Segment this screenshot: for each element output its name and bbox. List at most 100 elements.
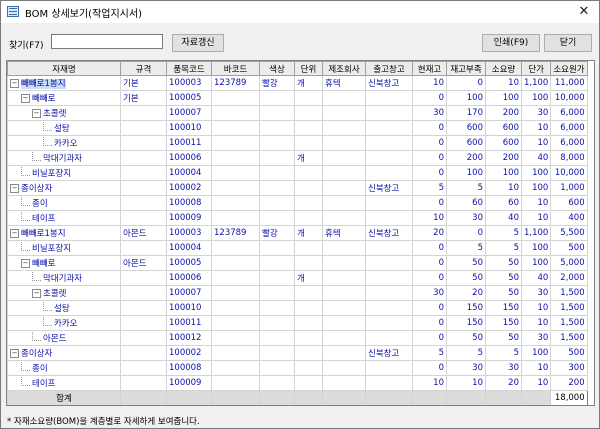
close-button[interactable]: 닫기 <box>544 34 592 52</box>
table-row[interactable]: 카카오 100011 0 150 150 10 1,500 <box>7 315 588 331</box>
table-row[interactable]: − 빼빼로 아몬드 100005 0 50 50 100 5,000 <box>7 255 588 271</box>
table-row[interactable]: 비닐포장지 100004 0 5 5 100 500 <box>7 240 588 256</box>
cell-barcode <box>211 180 260 196</box>
find-label: 찾기(F7) <box>9 41 44 51</box>
cell-barcode <box>211 165 260 181</box>
cell-warehouse <box>365 210 413 226</box>
cell-warehouse <box>365 150 413 166</box>
cell-cost: 2,000 <box>550 270 588 286</box>
item-name: 테이프 <box>32 214 56 224</box>
cell-warehouse <box>365 105 413 121</box>
cell-color: 빨강 <box>259 225 295 241</box>
cell-warehouse <box>365 120 413 136</box>
table-row[interactable]: 종이 100008 0 60 60 10 600 <box>7 195 588 211</box>
toolbar: 찾기(F7) 자료갱신 인쇄(F9) 닫기 <box>1 31 599 55</box>
cell-code: 100003 <box>166 225 212 241</box>
cell-warehouse <box>365 270 413 286</box>
table-row[interactable]: 설탕 100010 0 600 600 10 6,000 <box>7 120 588 136</box>
collapse-toggle-icon[interactable]: − <box>10 349 19 358</box>
table-row[interactable]: − 초콜렛 100007 30 170 200 30 6,000 <box>7 105 588 121</box>
column-header[interactable]: 소요원가 <box>550 61 588 76</box>
table-row[interactable]: 아몬드 100012 0 50 50 30 1,500 <box>7 330 588 346</box>
cell-barcode <box>211 375 260 391</box>
tree-branch-icon <box>32 272 41 281</box>
close-window-icon[interactable]: ✕ <box>573 3 595 21</box>
column-header[interactable]: 자재명 <box>7 61 121 76</box>
cell-stock: 20 <box>412 225 447 241</box>
cell-short: 5 <box>446 180 486 196</box>
table-row[interactable]: 비닐포장지 100004 0 100 100 100 10,000 <box>7 165 588 181</box>
cell-color <box>259 360 295 376</box>
cell-warehouse <box>365 375 413 391</box>
cell-spec <box>120 285 167 301</box>
collapse-toggle-icon[interactable]: − <box>32 289 41 298</box>
cell-warehouse <box>365 255 413 271</box>
cell-cost: 10,000 <box>550 165 588 181</box>
cell-spec <box>120 330 167 346</box>
cell-unit <box>294 315 323 331</box>
column-header[interactable]: 단위 <box>294 61 323 76</box>
item-name: 초콜렛 <box>43 109 67 119</box>
print-button[interactable]: 인쇄(F9) <box>482 34 540 52</box>
item-name-cell: − 초콜렛 <box>7 105 121 121</box>
column-header[interactable]: 품목코드 <box>166 61 212 76</box>
cell-warehouse <box>365 285 413 301</box>
tree-branch-icon <box>43 317 52 326</box>
item-name-cell: 막대기과자 <box>7 270 121 286</box>
table-row[interactable]: 막대기과자 100006 개 0 200 200 40 8,000 <box>7 150 588 166</box>
cell-spec <box>120 360 167 376</box>
table-row[interactable]: 설탕 100010 0 150 150 10 1,500 <box>7 300 588 316</box>
collapse-toggle-icon[interactable]: − <box>10 79 19 88</box>
bom-grid[interactable]: 자재명 규격 품목코드 바코드 색상 단위 제조회사 출고창고 현재고 재고부족 소요량 단가 소요원가… <box>6 60 595 406</box>
item-name-cell: − 빼빼로1봉지 <box>7 225 121 241</box>
table-row[interactable]: − 초콜렛 100007 30 20 50 30 1,500 <box>7 285 588 301</box>
cell-color <box>259 90 295 106</box>
column-header[interactable]: 출고창고 <box>365 61 413 76</box>
refresh-button[interactable]: 자료갱신 <box>172 34 224 52</box>
item-name-cell: 테이프 <box>7 210 121 226</box>
column-header[interactable]: 현재고 <box>412 61 447 76</box>
cell-price: 40 <box>520 150 552 166</box>
cell-maker <box>322 90 366 106</box>
column-header[interactable]: 바코드 <box>211 61 260 76</box>
table-row[interactable]: 테이프 100009 10 10 20 10 200 <box>7 375 588 391</box>
cell-cost: 200 <box>550 375 588 391</box>
table-row[interactable]: 종이 100008 0 30 30 10 300 <box>7 360 588 376</box>
collapse-toggle-icon[interactable]: − <box>32 109 41 118</box>
collapse-toggle-icon[interactable]: − <box>10 184 19 193</box>
cell-code: 100003 <box>166 75 212 91</box>
item-name: 설탕 <box>54 124 70 134</box>
column-header[interactable]: 규격 <box>120 61 167 76</box>
cell-spec <box>120 195 167 211</box>
cell-price: 10 <box>520 120 552 136</box>
cell-cost: 5,000 <box>550 255 588 271</box>
item-name-cell: − 빼빼로 <box>7 255 121 271</box>
collapse-toggle-icon[interactable]: − <box>10 229 19 238</box>
cell-color <box>259 315 295 331</box>
column-header[interactable]: 소요량 <box>485 61 522 76</box>
table-row[interactable]: − 빼빼로1봉지 아몬드 100003 123789 빨강 개 휴텍 신북창고 20 0 5 1,100… <box>7 225 588 241</box>
item-name: 비닐포장지 <box>32 244 72 254</box>
column-header[interactable]: 제조회사 <box>322 61 366 76</box>
table-row[interactable]: − 종이상자 100002 신북창고 5 5 10 100 1,000 <box>7 180 588 196</box>
cell-price: 10 <box>520 375 552 391</box>
search-input[interactable] <box>51 34 163 49</box>
table-row[interactable]: 카카오 100011 0 600 600 10 6,000 <box>7 135 588 151</box>
column-header[interactable]: 색상 <box>259 61 295 76</box>
collapse-toggle-icon[interactable]: − <box>21 94 30 103</box>
table-row[interactable]: − 종이상자 100002 신북창고 5 5 5 100 500 <box>7 345 588 361</box>
cell-cost: 8,000 <box>550 150 588 166</box>
item-name: 테이프 <box>32 379 56 389</box>
table-row[interactable]: 테이프 100009 10 30 40 10 400 <box>7 210 588 226</box>
cell-barcode <box>211 285 260 301</box>
title-bar[interactable]: BOM 상세보기(작업지시서) ✕ <box>1 1 599 23</box>
item-name: 카카오 <box>54 139 78 149</box>
cell-short: 100 <box>446 90 486 106</box>
table-row[interactable]: − 빼빼로 기본 100005 0 100 100 100 10,000 <box>7 90 588 106</box>
column-header[interactable]: 재고부족 <box>446 61 486 76</box>
collapse-toggle-icon[interactable]: − <box>21 259 30 268</box>
table-row[interactable]: − 빼빼로1봉지 기본 100003 123789 빨강 개 휴텍 신북창고 10 0 10 1,100… <box>7 75 588 91</box>
column-header[interactable]: 단가 <box>520 61 552 76</box>
cell-barcode <box>211 300 260 316</box>
table-row[interactable]: 막대기과자 100006 개 0 50 50 40 2,000 <box>7 270 588 286</box>
